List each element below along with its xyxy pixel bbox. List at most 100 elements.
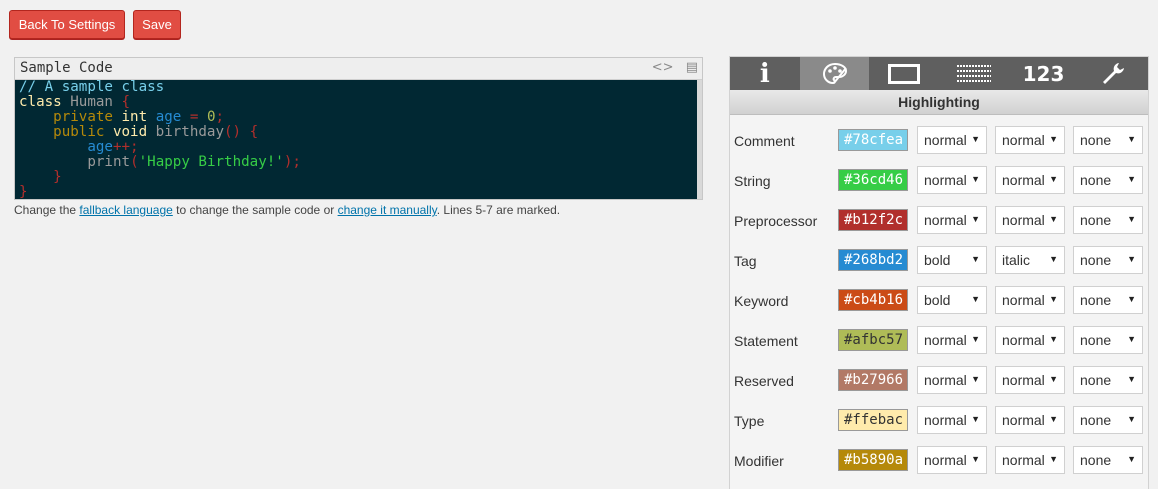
select-value: normal bbox=[924, 452, 967, 468]
chevron-down-icon: ▼ bbox=[1127, 294, 1136, 304]
text-decoration-select[interactable]: none ▼ bbox=[1073, 446, 1143, 474]
font-weight-select[interactable]: normal ▼ bbox=[917, 446, 987, 474]
code-identifier: print bbox=[87, 154, 131, 170]
font-weight-select[interactable]: normal ▼ bbox=[917, 126, 987, 154]
select-value: normal bbox=[924, 332, 967, 348]
numbers-icon: 123 bbox=[1022, 61, 1065, 86]
color-picker-input[interactable]: #b27966 bbox=[838, 369, 908, 391]
save-button[interactable]: Save bbox=[133, 10, 181, 39]
select-value: none bbox=[1080, 252, 1112, 268]
chevron-down-icon: ▼ bbox=[1049, 294, 1058, 304]
font-style-select[interactable]: normal ▼ bbox=[995, 366, 1065, 394]
code-brace: } bbox=[53, 169, 62, 185]
change-it-manually-link[interactable]: change it manually bbox=[338, 203, 437, 217]
select-value: bold bbox=[924, 292, 951, 308]
highlight-row: Modifier #b5890a normal ▼ normal ▼ none ▼ bbox=[730, 446, 1148, 486]
code-view[interactable]: // A sample class class Human { private … bbox=[19, 80, 696, 199]
select-value: normal bbox=[1002, 172, 1045, 188]
font-weight-select[interactable]: normal ▼ bbox=[917, 206, 987, 234]
tab-info[interactable]: i bbox=[730, 57, 800, 90]
text-decoration-select[interactable]: none ▼ bbox=[1073, 126, 1143, 154]
code-string: 'Happy Birthday!' bbox=[138, 154, 284, 170]
color-picker-input[interactable]: #268bd2 bbox=[838, 249, 908, 271]
text-decoration-select[interactable]: none ▼ bbox=[1073, 246, 1143, 274]
chevron-down-icon: ▼ bbox=[971, 174, 980, 184]
color-picker-input[interactable]: #cb4b16 bbox=[838, 289, 908, 311]
text-decoration-select[interactable]: none ▼ bbox=[1073, 366, 1143, 394]
chevron-down-icon: ▼ bbox=[971, 414, 980, 424]
font-style-select[interactable]: normal ▼ bbox=[995, 446, 1065, 474]
font-style-select[interactable]: normal ▼ bbox=[995, 166, 1065, 194]
text-decoration-select[interactable]: none ▼ bbox=[1073, 406, 1143, 434]
font-weight-select[interactable]: bold ▼ bbox=[917, 286, 987, 314]
tab-highlighting[interactable] bbox=[799, 57, 870, 90]
select-value: none bbox=[1080, 372, 1112, 388]
select-value: normal bbox=[924, 372, 967, 388]
font-style-select[interactable]: normal ▼ bbox=[995, 326, 1065, 354]
text-decoration-select[interactable]: none ▼ bbox=[1073, 326, 1143, 354]
chevron-down-icon: ▼ bbox=[1049, 254, 1058, 264]
font-weight-select[interactable]: normal ▼ bbox=[917, 326, 987, 354]
code-modifier: public bbox=[53, 124, 105, 140]
text-decoration-select[interactable]: none ▼ bbox=[1073, 206, 1143, 234]
wrench-icon bbox=[1103, 62, 1125, 84]
font-style-select[interactable]: normal ▼ bbox=[995, 406, 1065, 434]
code-identifier: birthday bbox=[155, 124, 225, 140]
code-operator: ++; bbox=[112, 139, 139, 155]
copy-icon[interactable]: ▤ bbox=[686, 60, 698, 75]
code-toolbar: <> ▤ bbox=[644, 60, 698, 75]
theme-tabs: i 123 bbox=[730, 57, 1148, 90]
chevron-down-icon: ▼ bbox=[971, 214, 980, 224]
chevron-down-icon: ▼ bbox=[971, 294, 980, 304]
color-picker-input[interactable]: #b12f2c bbox=[838, 209, 908, 231]
font-weight-select[interactable]: normal ▼ bbox=[917, 406, 987, 434]
font-style-select[interactable]: italic ▼ bbox=[995, 246, 1065, 274]
help-text: to change the sample code or bbox=[172, 203, 338, 217]
select-value: none bbox=[1080, 452, 1112, 468]
font-style-select[interactable]: normal ▼ bbox=[995, 286, 1065, 314]
back-to-settings-button[interactable]: Back To Settings bbox=[9, 10, 125, 39]
chevron-down-icon: ▼ bbox=[1049, 134, 1058, 144]
highlight-label: Statement bbox=[734, 333, 798, 349]
select-value: normal bbox=[1002, 132, 1045, 148]
highlight-label: Comment bbox=[734, 133, 795, 149]
text-decoration-select[interactable]: none ▼ bbox=[1073, 286, 1143, 314]
tab-lines[interactable] bbox=[939, 57, 1009, 90]
view-source-icon[interactable]: <> bbox=[652, 60, 674, 75]
font-style-select[interactable]: normal ▼ bbox=[995, 206, 1065, 234]
code-variable: age bbox=[155, 109, 182, 125]
highlight-row: Preprocessor #b12f2c normal ▼ normal ▼ none ▼ bbox=[730, 206, 1148, 246]
font-weight-select[interactable]: normal ▼ bbox=[917, 166, 987, 194]
highlight-row: String #36cd46 normal ▼ normal ▼ none ▼ bbox=[730, 166, 1148, 206]
code-paren: ); bbox=[283, 154, 301, 170]
code-brace: { bbox=[241, 124, 259, 140]
font-weight-select[interactable]: bold ▼ bbox=[917, 246, 987, 274]
tab-tools[interactable] bbox=[1078, 57, 1148, 90]
tab-numbers[interactable]: 123 bbox=[1009, 57, 1079, 90]
sample-code-header: Sample Code <> ▤ bbox=[15, 58, 702, 80]
color-picker-input[interactable]: #78cfea bbox=[838, 129, 908, 151]
select-value: none bbox=[1080, 172, 1112, 188]
chevron-down-icon: ▼ bbox=[1127, 414, 1136, 424]
text-decoration-select[interactable]: none ▼ bbox=[1073, 166, 1143, 194]
scrollbar[interactable] bbox=[697, 80, 702, 199]
color-picker-input[interactable]: #b5890a bbox=[838, 449, 908, 471]
code-identifier: Human bbox=[61, 94, 122, 110]
tab-frame[interactable] bbox=[869, 57, 939, 90]
select-value: normal bbox=[924, 212, 967, 228]
color-picker-input[interactable]: #afbc57 bbox=[838, 329, 908, 351]
select-value: none bbox=[1080, 132, 1112, 148]
chevron-down-icon: ▼ bbox=[1127, 174, 1136, 184]
help-text: . Lines 5-7 are marked. bbox=[436, 203, 561, 217]
highlight-row: Comment #78cfea normal ▼ normal ▼ none ▼ bbox=[730, 126, 1148, 166]
chevron-down-icon: ▼ bbox=[971, 254, 980, 264]
code-modifier: private bbox=[53, 109, 113, 125]
highlight-label: Tag bbox=[734, 253, 757, 269]
select-value: none bbox=[1080, 332, 1112, 348]
fallback-language-link[interactable]: fallback language bbox=[79, 203, 172, 217]
font-weight-select[interactable]: normal ▼ bbox=[917, 366, 987, 394]
color-picker-input[interactable]: #36cd46 bbox=[838, 169, 908, 191]
info-icon: i bbox=[759, 58, 770, 89]
font-style-select[interactable]: normal ▼ bbox=[995, 126, 1065, 154]
color-picker-input[interactable]: #ffebac bbox=[838, 409, 908, 431]
